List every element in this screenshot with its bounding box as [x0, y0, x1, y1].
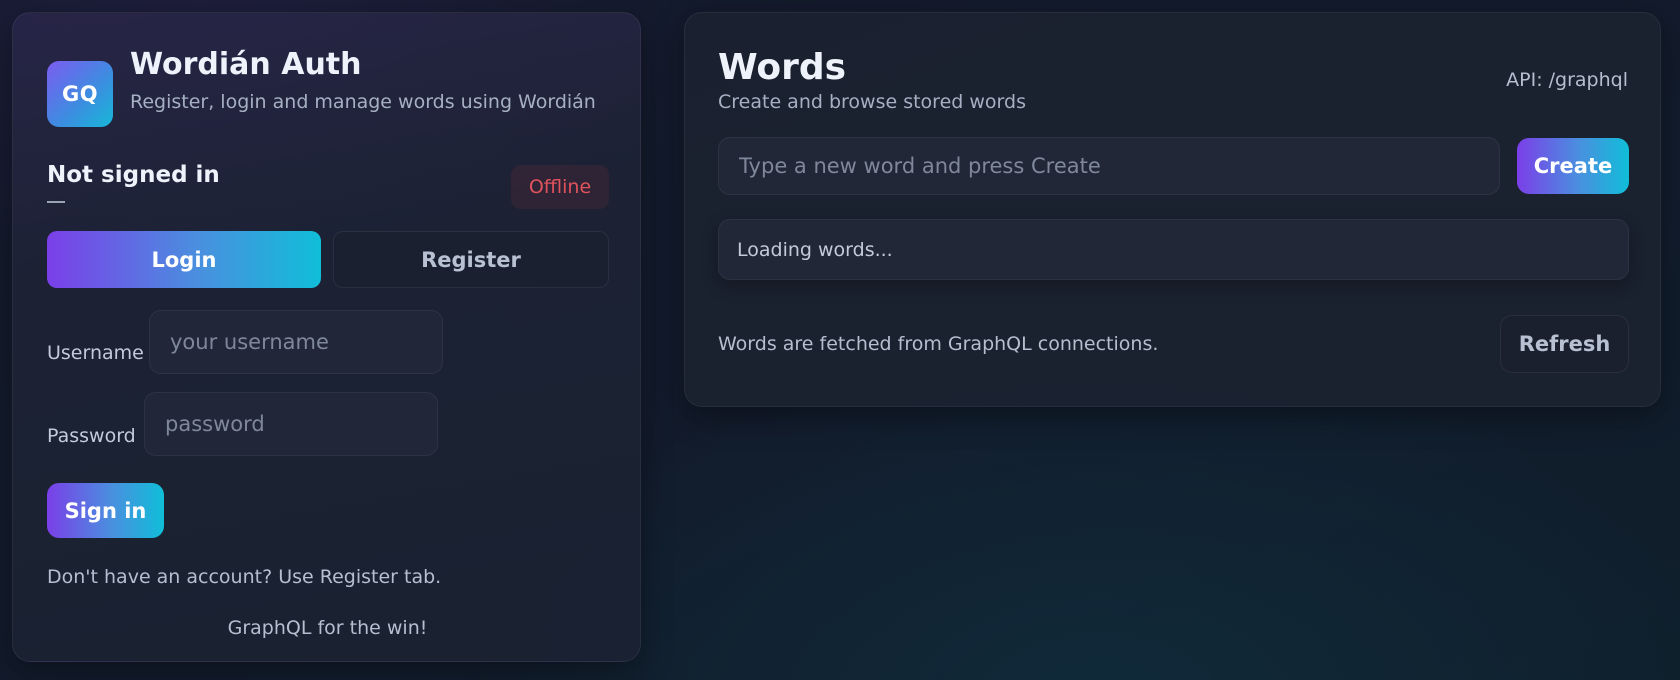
words-card: Words Create and browse stored words API…: [684, 12, 1661, 407]
new-word-input[interactable]: [718, 137, 1500, 195]
words-list: Loading words...: [718, 219, 1629, 280]
register-hint: Don't have an account? Use Register tab.: [47, 566, 442, 588]
status-detail-dash: [47, 201, 65, 203]
create-button[interactable]: Create: [1517, 138, 1629, 194]
tab-login[interactable]: Login: [47, 231, 321, 288]
app-title: Wordián Auth: [130, 47, 362, 82]
app-subtitle: Register, login and manage words using W…: [130, 91, 596, 113]
password-input[interactable]: [144, 392, 438, 456]
username-input[interactable]: [149, 310, 443, 374]
loading-text: Loading words...: [737, 238, 893, 261]
auth-status: Not signed in: [47, 162, 220, 188]
words-note: Words are fetched from GraphQL connectio…: [718, 333, 1159, 355]
words-title: Words: [718, 47, 847, 88]
sign-in-button[interactable]: Sign in: [47, 483, 164, 538]
app-logo: GQ: [47, 61, 113, 127]
words-subtitle: Create and browse stored words: [718, 91, 1026, 113]
auth-card: GQ Wordián Auth Register, login and mana…: [12, 12, 641, 662]
offline-badge: Offline: [511, 165, 609, 209]
footer-text: GraphQL for the win!: [227, 617, 428, 639]
password-label: Password: [47, 425, 136, 447]
api-endpoint-label: API: /graphql: [1506, 69, 1628, 91]
refresh-button[interactable]: Refresh: [1500, 315, 1629, 373]
tab-register[interactable]: Register: [333, 231, 609, 288]
username-label: Username: [47, 342, 144, 364]
